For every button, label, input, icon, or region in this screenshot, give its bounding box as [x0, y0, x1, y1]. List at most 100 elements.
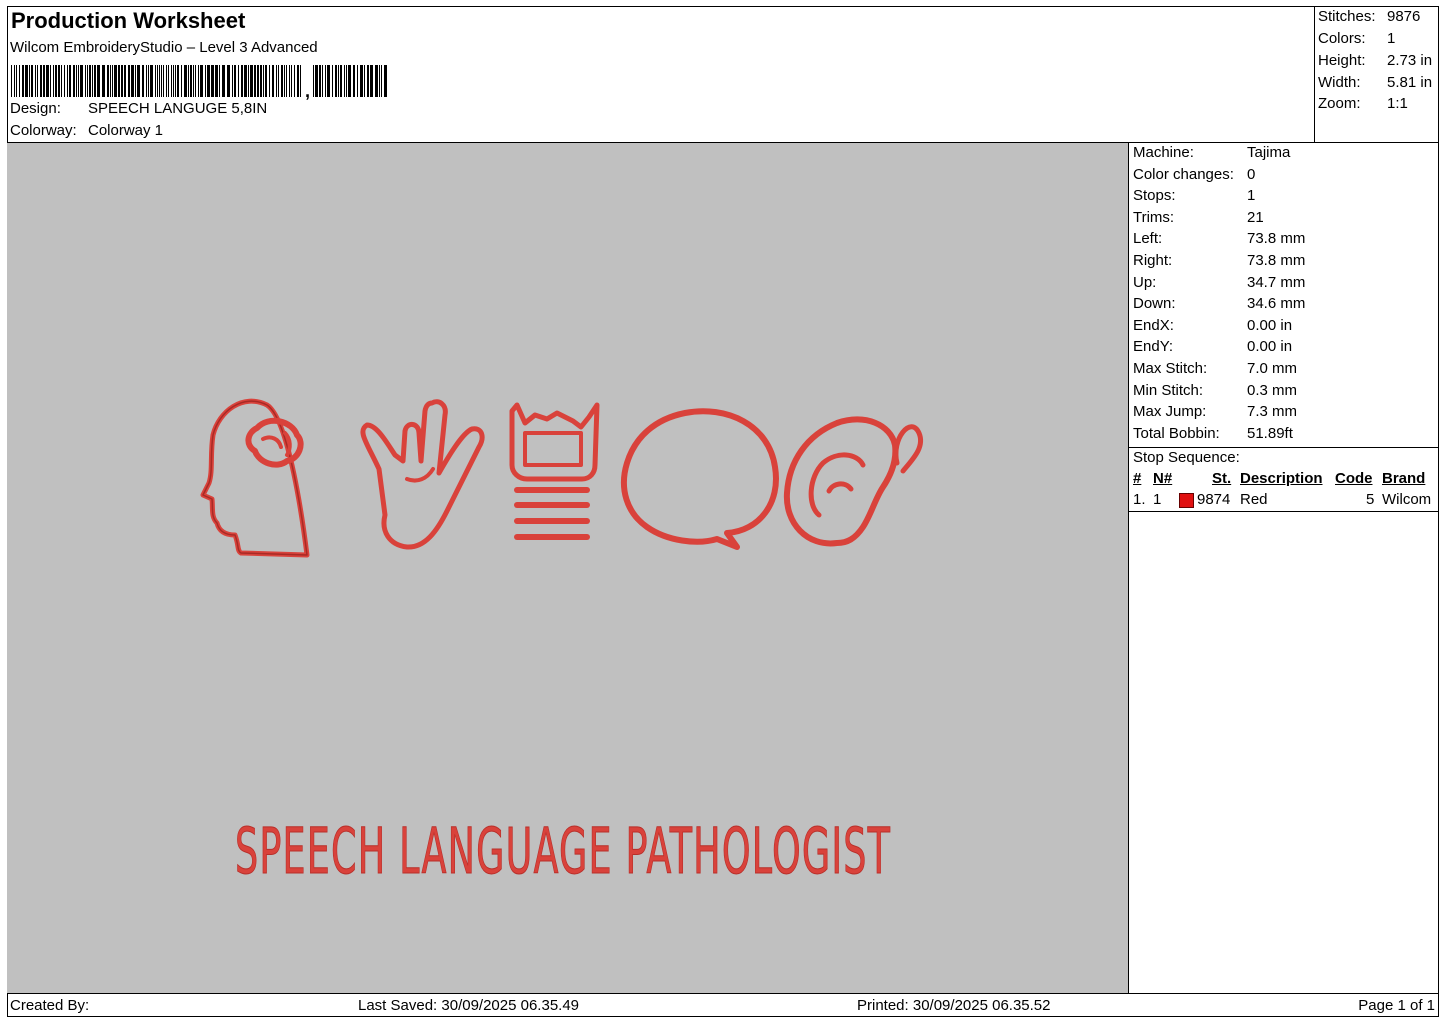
barcode-bar — [313, 65, 314, 97]
software-name: Wilcom EmbroideryStudio – Level 3 Advanc… — [10, 39, 318, 56]
barcode-bar — [166, 65, 167, 97]
col-header-code: Code — [1335, 470, 1373, 487]
machine-info-row: Max Jump: 7.3 mm — [1133, 403, 1297, 421]
machine-info-label: Up: — [1133, 273, 1157, 291]
col-header-st: St. — [1212, 470, 1232, 487]
barcode-bar — [265, 65, 267, 97]
machine-info-label: Left: — [1133, 230, 1163, 248]
ear-icon — [783, 416, 923, 547]
stat-height: Height: 2.73 in — [1318, 52, 1433, 69]
speech-bubble-icon — [620, 408, 779, 550]
stop-sequence-panel: Stop Sequence: # N# St. Description Code… — [1129, 448, 1439, 512]
page-title: Production Worksheet — [11, 8, 246, 33]
barcode-bar — [177, 65, 179, 97]
barcode-bar — [107, 65, 109, 97]
barcode-bar — [297, 65, 299, 97]
barcode-bar — [244, 65, 247, 97]
barcode-bar — [281, 65, 283, 97]
page-number: Page 1 of 1 — [1358, 997, 1435, 1014]
barcode-bar — [248, 65, 249, 97]
machine-info-label: Right: — [1133, 252, 1173, 269]
barcode-bar — [22, 65, 24, 97]
barcode-bar — [325, 65, 326, 97]
barcode-bar — [150, 65, 153, 97]
barcode-bar — [29, 65, 30, 97]
barcode-bar — [97, 65, 100, 97]
last-saved: Last Saved: 30/09/2025 06.35.49 — [358, 997, 580, 1014]
barcode-bar — [289, 65, 290, 97]
barcode-bar — [19, 65, 20, 97]
stop-row-brand: Wilcom — [1382, 491, 1432, 508]
barcode-bar — [102, 65, 105, 97]
machine-info-row: Machine: Tajima — [1133, 144, 1290, 161]
machine-info-row: EndY: 0.00 in — [1133, 338, 1292, 355]
machine-info-value: 0.3 mm — [1247, 381, 1298, 399]
barcode-bar — [257, 65, 259, 97]
stat-width: Width: 5.81 in — [1318, 74, 1433, 91]
machine-info-row: Color changes: 0 — [1133, 166, 1255, 183]
barcode-bar — [195, 65, 196, 97]
barcode-bar — [300, 65, 301, 97]
machine-info-row: Min Stitch: 0.3 mm — [1133, 382, 1297, 399]
machine-info-label: Max Jump: — [1133, 403, 1207, 421]
barcode-bar — [232, 65, 233, 97]
machine-info-label: Down: — [1133, 295, 1176, 313]
barcode-bar — [291, 65, 292, 97]
stop-row-num: 1. — [1133, 491, 1146, 508]
created-by: Created By: — [10, 997, 90, 1014]
barcode-bar — [190, 65, 192, 97]
barcode-bar — [118, 65, 120, 97]
stop-row-code: 5 — [1366, 491, 1375, 508]
barcode-bar — [25, 65, 28, 97]
barcode-bar — [322, 65, 323, 97]
barcode-bar — [80, 65, 83, 97]
barcode-bar — [272, 65, 274, 97]
thread-color-swatch — [1179, 493, 1194, 508]
machine-info-label: EndX: — [1133, 316, 1174, 334]
stop-row-n: 1 — [1153, 491, 1162, 508]
machine-info-value: 73.8 mm — [1247, 230, 1306, 248]
barcode-bar — [37, 65, 38, 97]
barcode-bar — [131, 65, 134, 97]
barcode-bar — [294, 65, 295, 97]
machine-info-label: Trims: — [1133, 208, 1175, 226]
barcode-bar — [332, 65, 333, 97]
machine-info-value: 0.00 in — [1247, 338, 1293, 356]
machine-info-row: Left: 73.8 mm — [1133, 230, 1305, 248]
barcode-bar — [112, 65, 113, 97]
barcode-bar — [379, 65, 380, 97]
barcode-bar — [148, 65, 149, 97]
barcode-bar — [250, 65, 253, 97]
mouth-teeth-icon — [509, 402, 600, 540]
machine-info-value: 0.00 in — [1247, 316, 1293, 334]
machine-info-row: Right: 73.8 mm — [1133, 252, 1305, 269]
barcode-bar — [353, 65, 355, 97]
barcode-bar — [163, 65, 164, 97]
barcode-bar — [364, 65, 365, 97]
sign-language-hand-icon — [360, 399, 485, 550]
colorway-row: Colorway: Colorway 1 — [10, 122, 163, 139]
colorway-value: Colorway 1 — [88, 122, 164, 139]
stat-stitches: Stitches: 9876 — [1318, 8, 1421, 25]
barcode-image — [11, 65, 387, 97]
barcode-bar — [215, 65, 218, 97]
barcode-bar — [16, 65, 17, 97]
machine-info-row: Max Stitch: 7.0 mm — [1133, 360, 1297, 377]
machine-info-label: Max Stitch: — [1133, 360, 1208, 377]
barcode-bar — [340, 65, 342, 97]
col-header-num: # — [1133, 470, 1142, 487]
machine-info-row: Up: 34.7 mm — [1133, 273, 1305, 291]
barcode-bar — [335, 65, 337, 97]
design-preview-canvas[interactable]: SPEECH LANGUAGE PATHOLOGIST — [7, 143, 1129, 993]
barcode-bar — [137, 65, 140, 97]
barcode-bar — [114, 65, 117, 97]
machine-info-value: Tajima — [1247, 144, 1291, 161]
barcode-bar — [110, 65, 111, 97]
machine-info-row: Stops: 1 — [1133, 187, 1255, 204]
barcode-bar — [346, 65, 347, 97]
barcode-bar — [171, 65, 172, 97]
barcode-bar — [286, 65, 287, 97]
machine-info-value: 7.0 mm — [1247, 360, 1298, 377]
col-header-n: N# — [1153, 470, 1173, 487]
barcode-bar — [94, 65, 96, 97]
